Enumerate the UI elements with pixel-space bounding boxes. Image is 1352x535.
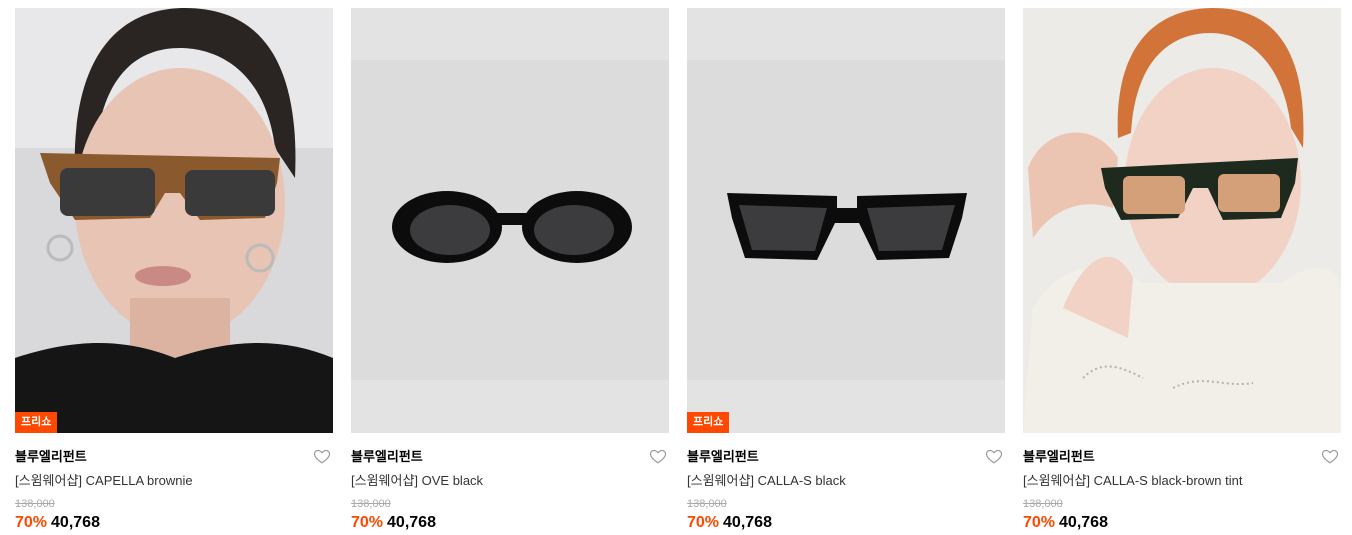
product-name[interactable]: [스윔웨어샵] OVE black [351,472,669,490]
product-name[interactable]: [스윔웨어샵] CALLA-S black [687,472,1005,490]
discount-rate: 70% [687,514,720,531]
brand-name[interactable]: 블루엘리펀트 [687,448,1005,466]
product-image[interactable] [351,8,669,433]
heart-icon[interactable] [1321,447,1339,465]
sale-price: 40,768 [51,514,100,531]
product-image[interactable]: 프리쇼 [687,8,1005,433]
original-price: 138,000 [351,498,391,510]
discount-rate: 70% [351,514,384,531]
sale-price: 40,768 [723,514,772,531]
original-price: 138,000 [15,498,55,510]
heart-icon[interactable] [313,447,331,465]
brand-name[interactable]: 블루엘리펀트 [15,448,333,466]
brand-name[interactable]: 블루엘리펀트 [1023,448,1341,466]
brand-name[interactable]: 블루엘리펀트 [351,448,669,466]
product-name[interactable]: [스윔웨어샵] CAPELLA brownie [15,472,333,490]
discount-rate: 70% [1023,514,1056,531]
product-grid: 프리쇼 블루엘리펀트 [스윔웨어샵] CAPELLA brownie 138,0… [0,0,1352,535]
product-card[interactable]: 프리쇼 블루엘리펀트 [스윔웨어샵] CAPELLA brownie 138,0… [15,8,333,533]
product-card[interactable]: 블루엘리펀트 [스윔웨어샵] OVE black 138,000 70% 40,7… [351,8,669,533]
sale-price: 40,768 [1059,514,1108,531]
product-image[interactable] [1023,8,1341,433]
free-show-badge: 프리쇼 [687,412,730,433]
heart-icon[interactable] [649,447,667,465]
product-card[interactable]: 프리쇼 블루엘리펀트 [스윔웨어샵] CALLA-S black 138,000… [687,8,1005,533]
original-price: 138,000 [1023,498,1063,510]
free-show-badge: 프리쇼 [15,412,58,433]
product-name[interactable]: [스윔웨어샵] CALLA-S black-brown tint [1023,472,1341,490]
discount-rate: 70% [15,514,48,531]
sale-price: 40,768 [387,514,436,531]
heart-icon[interactable] [985,447,1003,465]
original-price: 138,000 [687,498,727,510]
product-card[interactable]: 블루엘리펀트 [스윔웨어샵] CALLA-S black-brown tint … [1023,8,1341,533]
product-image[interactable]: 프리쇼 [15,8,333,433]
